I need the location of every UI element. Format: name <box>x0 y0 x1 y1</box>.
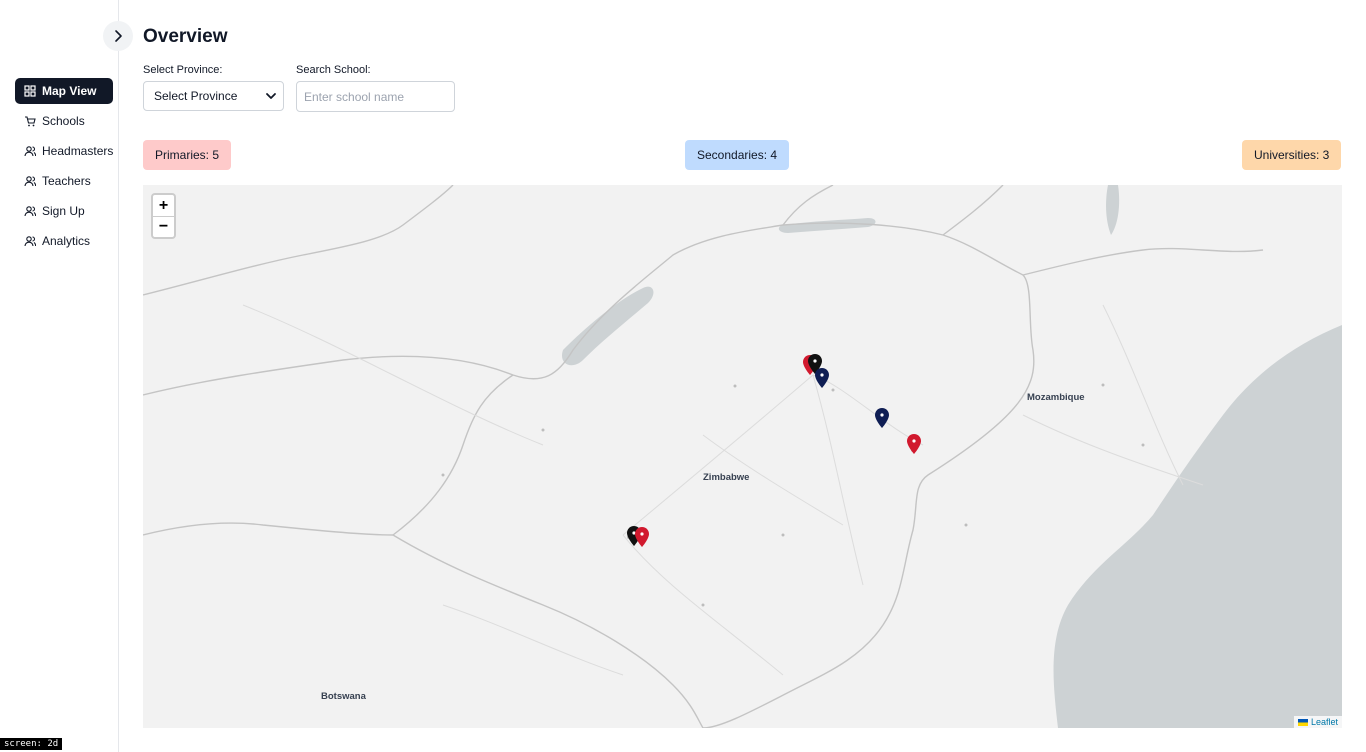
marker-red[interactable] <box>907 434 921 454</box>
universities-badge: Universities: 3 <box>1242 140 1342 170</box>
sidebar-item-label: Teachers <box>42 174 91 188</box>
zoom-in-button[interactable]: + <box>153 195 174 216</box>
sidebar-item-sign-up[interactable]: Sign Up <box>15 198 113 224</box>
province-label: Select Province: <box>143 64 223 76</box>
page-title: Overview <box>143 26 228 47</box>
marker-navy[interactable] <box>875 408 889 428</box>
map-view-icon <box>24 85 36 97</box>
search-label: Search School: <box>296 64 371 76</box>
screen-tag: screen: 2d <box>0 738 63 750</box>
zoom-control: + − <box>151 193 176 239</box>
sidebar-item-label: Analytics <box>42 234 91 248</box>
users-icon <box>24 205 36 217</box>
map-tiles <box>143 185 1342 728</box>
sidebar: Map View Schools Headmasters Teachers Si… <box>0 0 119 752</box>
zoom-out-button[interactable]: − <box>153 216 174 237</box>
map-pin-icon <box>875 408 889 428</box>
search-input[interactable] <box>296 81 455 112</box>
map-container[interactable]: Zimbabwe Mozambique Botswana + − Leaflet <box>143 185 1342 728</box>
map-label-mozambique: Mozambique <box>1027 392 1085 403</box>
sidebar-item-label: Sign Up <box>42 204 85 218</box>
map-attribution[interactable]: Leaflet <box>1293 716 1342 728</box>
marker-red[interactable] <box>635 527 649 547</box>
sidebar-item-teachers[interactable]: Teachers <box>15 168 113 194</box>
users-icon <box>24 175 36 187</box>
map-pin-icon <box>907 434 921 454</box>
sidebar-item-headmasters[interactable]: Headmasters <box>15 138 113 164</box>
users-icon <box>24 235 36 247</box>
sidebar-item-label: Headmasters <box>42 144 114 158</box>
cart-icon <box>24 115 36 127</box>
sidebar-item-schools[interactable]: Schools <box>15 108 113 134</box>
secondaries-badge: Secondaries: 4 <box>685 140 790 170</box>
chevron-right-icon <box>115 30 122 42</box>
sidebar-item-analytics[interactable]: Analytics <box>15 228 113 254</box>
sidebar-item-label: Map View <box>42 84 97 98</box>
map-label-botswana: Botswana <box>321 691 366 702</box>
province-select-value: Select Province <box>154 89 238 103</box>
sidebar-nav: Map View Schools Headmasters Teachers Si… <box>15 78 113 258</box>
map-pin-icon <box>635 527 649 547</box>
map-pin-icon <box>815 368 829 388</box>
sidebar-item-label: Schools <box>42 114 85 128</box>
map-label-zimbabwe: Zimbabwe <box>703 472 750 483</box>
chevron-down-icon <box>266 93 276 99</box>
users-icon <box>24 145 36 157</box>
sidebar-toggle-button[interactable] <box>103 21 133 51</box>
attribution-link[interactable]: Leaflet <box>1311 717 1338 727</box>
sidebar-item-map-view[interactable]: Map View <box>15 78 113 104</box>
province-select[interactable]: Select Province <box>143 81 284 111</box>
marker-navy[interactable] <box>815 368 829 388</box>
primaries-badge: Primaries: 5 <box>143 140 232 170</box>
ukraine-flag-icon <box>1297 718 1308 726</box>
